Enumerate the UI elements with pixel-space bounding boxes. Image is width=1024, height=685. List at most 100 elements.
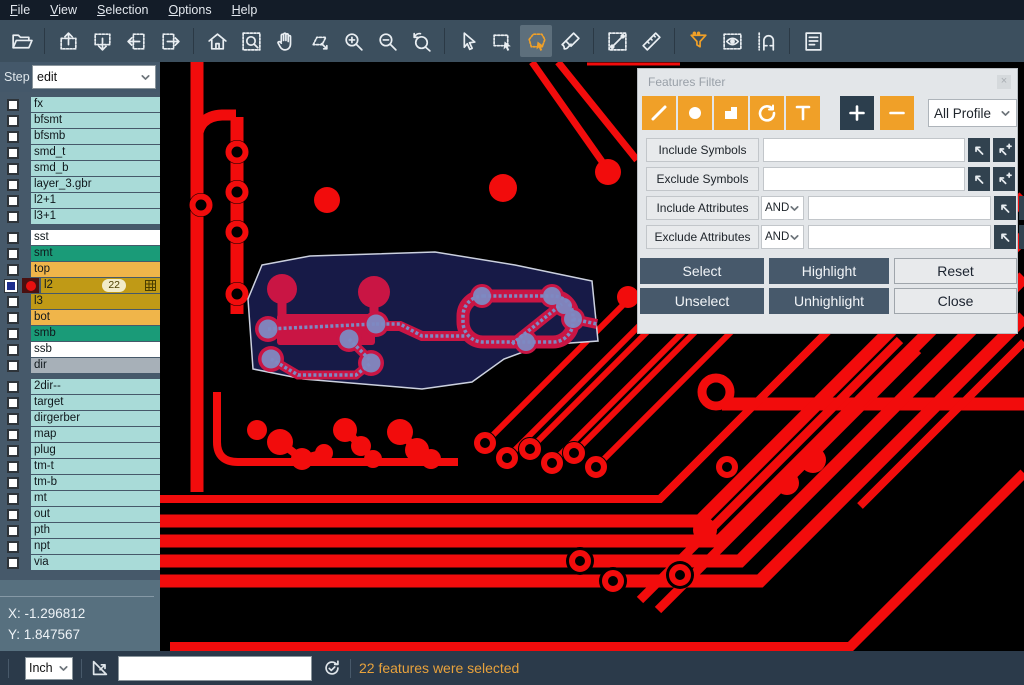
zoom-in-icon[interactable] [337,25,369,57]
layer-row-fx[interactable]: fx [0,97,160,112]
layer-checkbox-2dir--[interactable] [7,381,19,393]
layer-checkbox-top[interactable] [7,264,19,276]
pcb-canvas[interactable]: Features Filter × All Profile Include Sy… [160,62,1024,651]
layer-row-via[interactable]: via [0,555,160,570]
step-select[interactable]: edit [32,65,156,89]
line-filter-toggle-icon[interactable] [642,96,676,130]
layer-checkbox-npt[interactable] [7,541,19,553]
layer-row-dir[interactable]: dir [0,358,160,373]
select-polygon-icon[interactable] [520,25,552,57]
move-up-icon[interactable] [52,25,84,57]
layer-row-2dir--[interactable]: 2dir-- [0,379,160,394]
features-filter-icon[interactable] [682,25,714,57]
paint-select-icon[interactable] [554,25,586,57]
layer-row-out[interactable]: out [0,507,160,522]
exclude-attributes-logic-select[interactable]: AND [761,225,804,249]
home-view-icon[interactable] [201,25,233,57]
snap-angle-icon[interactable] [90,658,110,678]
surface-filter-toggle-icon[interactable] [714,96,748,130]
menu-selection[interactable]: Selection [87,1,158,19]
measure-distance-icon[interactable] [601,25,633,57]
pad-filter-toggle-icon[interactable] [678,96,712,130]
layer-row-tm-t[interactable]: tm-t [0,459,160,474]
zoom-out-icon[interactable] [371,25,403,57]
highlight-button[interactable]: Highlight [769,258,889,284]
layer-checkbox-mt[interactable] [7,493,19,505]
layer-row-map[interactable]: map [0,427,160,442]
layer-row-sst[interactable]: sst [0,230,160,245]
snap-mode-icon[interactable] [750,25,782,57]
layer-checkbox-l3+1[interactable] [7,211,19,223]
layer-row-smd_b[interactable]: smd_b [0,161,160,176]
layer-row-smb[interactable]: smb [0,326,160,341]
layer-checkbox-layer_3.gbr[interactable] [7,179,19,191]
layer-checkbox-l2[interactable] [5,280,17,292]
layer-checkbox-smd_b[interactable] [7,163,19,175]
dialog-close-button[interactable]: × [997,75,1011,89]
layer-checkbox-via[interactable] [7,557,19,569]
pick-symbol-add-button[interactable] [993,167,1015,191]
exclude-symbols-field[interactable] [763,167,965,191]
layer-row-plug[interactable]: plug [0,443,160,458]
pick-symbol-button[interactable] [968,167,990,191]
layer-checkbox-bot[interactable] [7,312,19,324]
layer-row-layer_3.gbr[interactable]: layer_3.gbr [0,177,160,192]
layer-checkbox-tm-t[interactable] [7,461,19,473]
layer-checkbox-plug[interactable] [7,445,19,457]
pick-attribute-add-button[interactable] [1019,196,1024,220]
include-symbols-field[interactable] [763,138,965,162]
text-filter-toggle-icon[interactable] [786,96,820,130]
command-input[interactable] [118,656,312,681]
layer-row-bot[interactable]: bot [0,310,160,325]
profile-select[interactable]: All Profile [928,99,1017,127]
layer-row-ssb[interactable]: ssb [0,342,160,357]
layer-row-mt[interactable]: mt [0,491,160,506]
layer-checkbox-tm-b[interactable] [7,477,19,489]
layer-checkbox-dir[interactable] [7,360,19,372]
pick-attribute-add-button[interactable] [1019,225,1024,249]
layer-row-smt[interactable]: smt [0,246,160,261]
exclude-attributes-button[interactable]: Exclude Attributes [646,225,759,249]
layer-checkbox-map[interactable] [7,429,19,441]
close-button[interactable]: Close [894,288,1017,314]
open-file-icon[interactable] [5,25,37,57]
menu-view[interactable]: View [40,1,87,19]
include-symbols-button[interactable]: Include Symbols [646,138,759,162]
exclude-attributes-field[interactable] [808,225,991,249]
layer-checkbox-sst[interactable] [7,232,19,244]
menu-help[interactable]: Help [222,1,268,19]
reset-button[interactable]: Reset [894,258,1017,284]
layer-row-target[interactable]: target [0,395,160,410]
layer-row-l2[interactable]: l222 [0,278,160,293]
layer-row-dirgerber[interactable]: dirgerber [0,411,160,426]
layer-row-tm-b[interactable]: tm-b [0,475,160,490]
move-left-icon[interactable] [120,25,152,57]
layer-checkbox-target[interactable] [7,397,19,409]
exclude-symbols-button[interactable]: Exclude Symbols [646,167,759,191]
select-button[interactable]: Select [640,258,764,284]
feature-properties-icon[interactable] [797,25,829,57]
select-rectangle-icon[interactable] [486,25,518,57]
layer-checkbox-bfsmb[interactable] [7,131,19,143]
layer-row-top[interactable]: top [0,262,160,277]
layer-checkbox-ssb[interactable] [7,344,19,356]
layer-checkbox-smd_t[interactable] [7,147,19,159]
layer-checkbox-dirgerber[interactable] [7,413,19,425]
layer-checkbox-smb[interactable] [7,328,19,340]
arc-filter-toggle-icon[interactable] [750,96,784,130]
layer-checkbox-l3[interactable] [7,296,19,308]
move-down-icon[interactable] [86,25,118,57]
layer-row-smd_t[interactable]: smd_t [0,145,160,160]
layer-checkbox-l2+1[interactable] [7,195,19,207]
layer-checkbox-out[interactable] [7,509,19,521]
layer-row-npt[interactable]: npt [0,539,160,554]
layer-checkbox-bfsmt[interactable] [7,115,19,127]
pick-attribute-button[interactable] [994,225,1016,249]
unit-select[interactable]: Inch [25,657,73,680]
layer-checkbox-pth[interactable] [7,525,19,537]
pick-attribute-button[interactable] [994,196,1016,220]
layer-row-l3[interactable]: l3 [0,294,160,309]
sync-icon[interactable] [322,658,342,678]
select-pointer-icon[interactable] [452,25,484,57]
layer-row-pth[interactable]: pth [0,523,160,538]
